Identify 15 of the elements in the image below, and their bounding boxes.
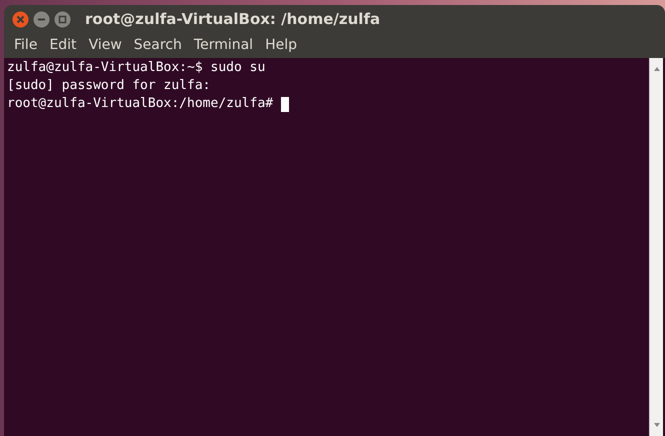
terminal-line: [sudo] password for zulfa: [7, 77, 210, 95]
menu-item[interactable]: Search [128, 35, 188, 56]
menu-item[interactable]: Edit [43, 35, 83, 56]
scrollbar[interactable] [649, 58, 663, 436]
close-icon[interactable] [12, 10, 29, 28]
menu-item[interactable]: Help [259, 35, 303, 56]
maximize-icon[interactable] [54, 10, 71, 28]
menu-item[interactable]: Terminal [188, 35, 260, 56]
window-title: root@zulfa-VirtualBox: /home/zulfa [85, 8, 380, 30]
minimize-icon[interactable] [33, 10, 50, 28]
terminal-line: zulfa@zulfa-VirtualBox:~$ sudo su [7, 59, 266, 77]
terminal-line: root@zulfa-VirtualBox:/home/zulfa# [7, 95, 274, 113]
cursor [281, 96, 290, 112]
menu-item[interactable]: View [82, 35, 128, 56]
menu-item[interactable]: File [8, 35, 44, 56]
